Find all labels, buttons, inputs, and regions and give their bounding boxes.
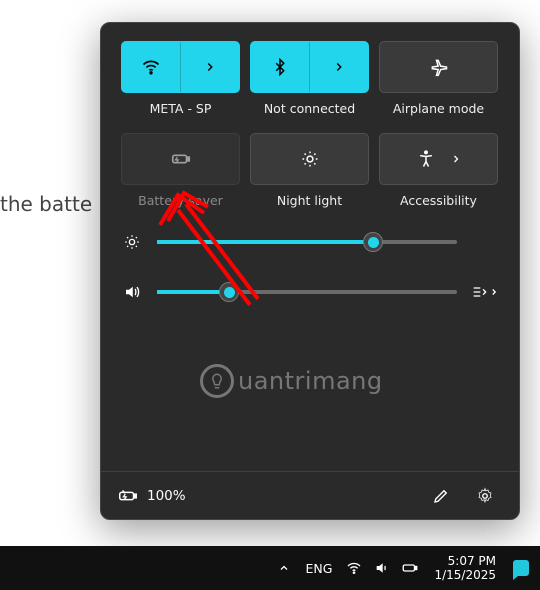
brightness-slider[interactable] [157, 240, 457, 244]
gear-icon [476, 487, 494, 505]
tray-battery-button[interactable] [398, 546, 422, 590]
night-light-label: Night light [250, 193, 369, 211]
brightness-icon [121, 233, 143, 251]
tray-overflow-button[interactable] [272, 546, 296, 590]
chevron-right-icon [203, 60, 217, 74]
chevron-up-icon [278, 562, 290, 574]
speaker-icon [121, 283, 143, 301]
bluetooth-expand[interactable] [310, 42, 368, 92]
accessibility-tile[interactable] [379, 133, 498, 185]
airplane-icon [429, 57, 449, 77]
accessibility-icon [416, 149, 436, 169]
language-indicator[interactable]: ENG [300, 561, 339, 576]
notifications-button[interactable] [508, 546, 532, 590]
battery-charging-icon [117, 485, 139, 507]
edit-quick-settings-button[interactable] [423, 478, 459, 514]
wifi-expand[interactable] [181, 42, 239, 92]
bluetooth-label: Not connected [250, 101, 369, 119]
taskbar-clock[interactable]: 5:07 PM 1/15/2025 [426, 554, 504, 583]
tiles-row-2 [121, 133, 499, 185]
chevron-right-icon [450, 153, 462, 165]
settings-button[interactable] [467, 478, 503, 514]
brightness-row [121, 233, 499, 251]
battery-saver-label: Battery saver [121, 193, 240, 211]
night-light-icon [300, 149, 320, 169]
bluetooth-toggle[interactable] [251, 42, 310, 92]
battery-percent-label: 100% [147, 488, 186, 504]
pencil-icon [432, 487, 450, 505]
battery-saver-tile[interactable] [121, 133, 240, 185]
chevron-right-icon [332, 60, 346, 74]
bluetooth-icon [271, 58, 289, 76]
audio-output-expand[interactable] [471, 284, 499, 300]
tiles-row-1 [121, 41, 499, 93]
volume-row [121, 283, 499, 301]
accessibility-label: Accessibility [379, 193, 498, 211]
wifi-tile[interactable] [121, 41, 240, 93]
notification-icon [513, 560, 529, 576]
tiles-row-1-labels: META - SP Not connected Airplane mode [121, 101, 499, 119]
volume-slider[interactable] [157, 290, 457, 294]
bluetooth-tile[interactable] [250, 41, 369, 93]
airplane-label: Airplane mode [379, 101, 498, 119]
airplane-mode-tile[interactable] [379, 41, 498, 93]
speaker-icon [374, 560, 390, 576]
taskbar: ENG 5:07 PM 1/15/2025 [0, 546, 540, 590]
night-light-tile[interactable] [250, 133, 369, 185]
quick-settings-panel: META - SP Not connected Airplane mode Ba… [100, 22, 520, 520]
taskbar-time: 5:07 PM [434, 554, 496, 568]
taskbar-date: 1/15/2025 [434, 568, 496, 582]
wifi-label: META - SP [121, 101, 240, 119]
panel-bottom-bar: 100% [101, 471, 519, 519]
wifi-toggle[interactable] [122, 42, 181, 92]
wifi-icon [141, 57, 161, 77]
slider-section [121, 233, 499, 301]
tray-wifi-button[interactable] [342, 546, 366, 590]
tray-volume-button[interactable] [370, 546, 394, 590]
wifi-icon [346, 560, 362, 576]
battery-saver-icon [170, 148, 192, 170]
background-article-text: the batte [0, 192, 92, 216]
battery-icon [401, 559, 419, 577]
tiles-row-2-labels: Battery saver Night light Accessibility [121, 193, 499, 211]
battery-status[interactable]: 100% [117, 485, 186, 507]
